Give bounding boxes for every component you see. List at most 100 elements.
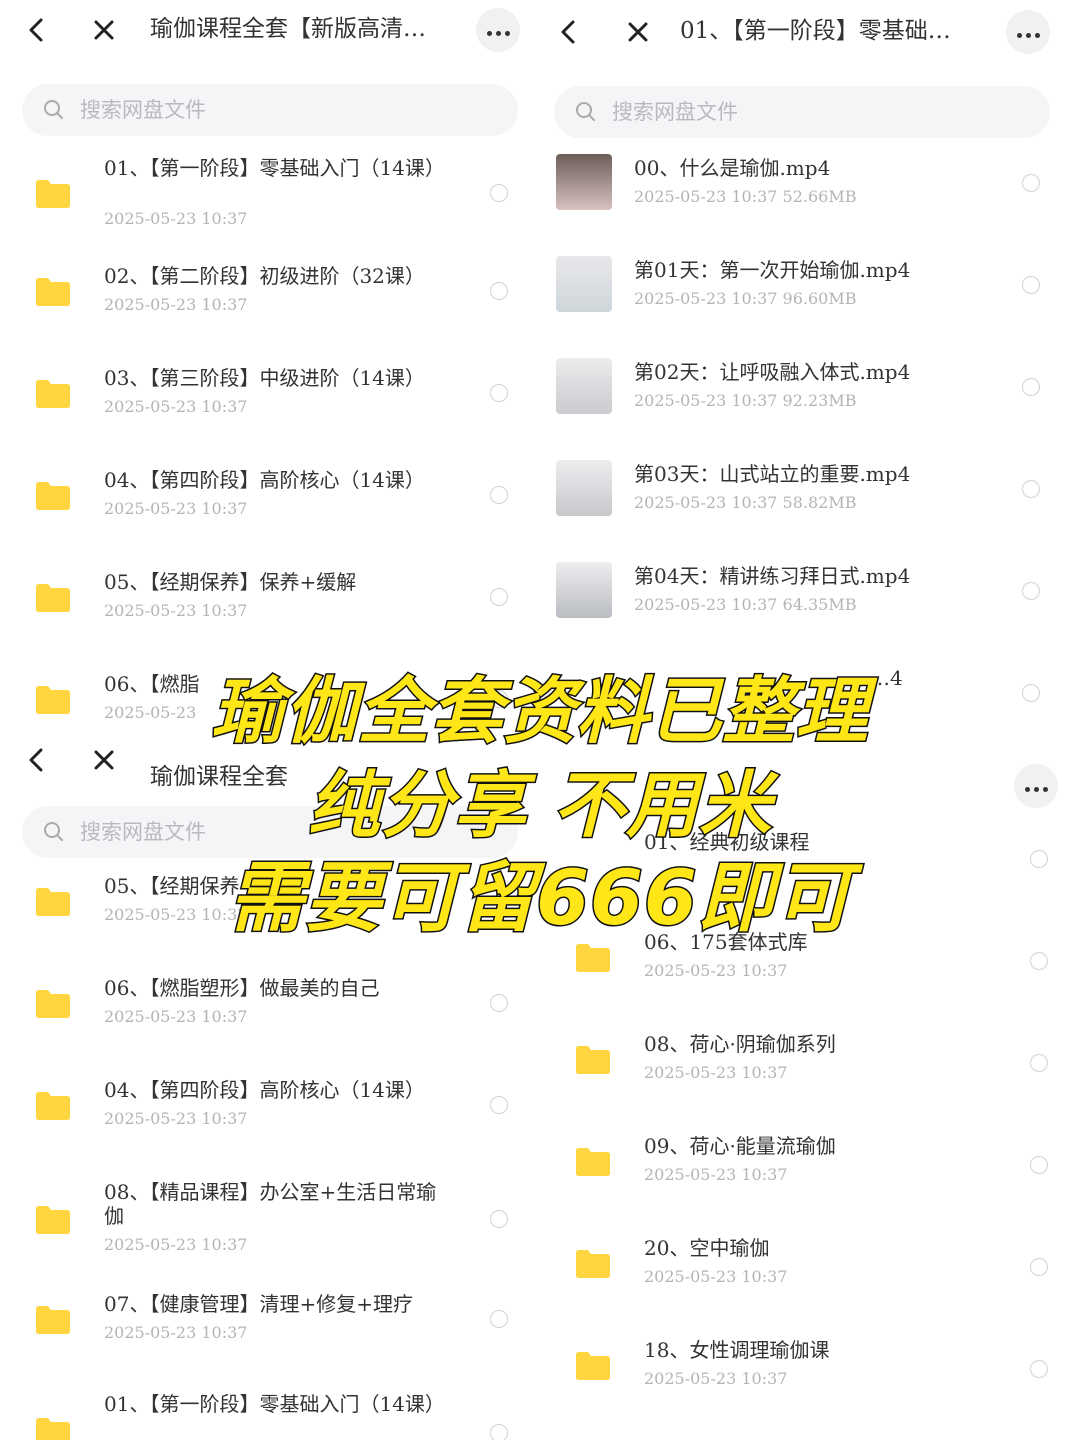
folder-icon (36, 990, 70, 1018)
folder-icon (36, 584, 70, 612)
radio-icon[interactable] (1022, 582, 1040, 600)
list-item[interactable]: 00、什么是瑜伽.mp4 2025-05-23 10:37 52.66MB (530, 154, 1080, 256)
radio-icon[interactable] (1030, 1360, 1048, 1378)
item-name: 08、荷心·阴瑜伽系列 (644, 1032, 836, 1056)
radio-icon[interactable] (490, 588, 508, 606)
list-item[interactable]: 07、【健康管理】清理+修复+理疗 2025-05-23 10:37 (0, 1290, 530, 1392)
item-name: 09、荷心·能量流瑜伽 (644, 1134, 836, 1158)
radio-icon[interactable] (490, 1310, 508, 1328)
list-item[interactable]: 03、【第三阶段】中级进阶（14课） 2025-05-23 10:37 (0, 364, 530, 466)
radio-icon[interactable] (1022, 480, 1040, 498)
list-item[interactable]: 20、空中瑜伽 2025-05-23 10:37 (530, 1234, 1080, 1336)
list-item[interactable]: 第01天：第一次开始瑜伽.mp4 2025-05-23 10:37 96.60M… (530, 256, 1080, 358)
item-meta: 2025-05-23 10:37 (104, 397, 248, 416)
list-item[interactable]: 02、【第二阶段】初级进阶（32课） 2025-05-23 10:37 (0, 262, 530, 364)
overlay-headline-1: 瑜伽全套资料已整理 (210, 668, 869, 755)
item-name: 01、【第一阶段】零基础入门（14课） (104, 1392, 445, 1416)
folder-icon (576, 1046, 610, 1074)
item-name: 00、什么是瑜伽.mp4 (634, 156, 831, 180)
search-icon (44, 100, 63, 119)
list-item[interactable]: 04、【第四阶段】高阶核心（14课） 2025-05-23 10:37 (0, 1076, 530, 1178)
more-button[interactable] (476, 8, 520, 52)
item-name: 08、【精品课程】办公室+生活日常瑜伽 (104, 1180, 437, 1228)
search-placeholder: 搜索网盘文件 (80, 98, 206, 122)
page-title: 瑜伽课程全套【新版高清… (150, 16, 426, 42)
radio-icon[interactable] (490, 486, 508, 504)
video-thumbnail (556, 256, 612, 312)
item-meta: 2025-05-23 10:37 (104, 499, 248, 518)
radio-icon[interactable] (1030, 952, 1048, 970)
list-item[interactable]: 第04天：精讲练习拜日式.mp4 2025-05-23 10:37 64.35M… (530, 562, 1080, 664)
item-meta: 2025-05-23 10:37 (104, 1235, 248, 1254)
overlay-headline-3: 需要可留666即可 (227, 852, 853, 944)
radio-icon[interactable] (1022, 378, 1040, 396)
list-item[interactable]: 04、【第四阶段】高阶核心（14课） 2025-05-23 10:37 (0, 466, 530, 568)
item-name: 第01天：第一次开始瑜伽.mp4 (634, 258, 911, 282)
video-thumbnail (556, 154, 612, 210)
item-meta: 2025-05-23 10:37 92.23MB (634, 391, 857, 410)
radio-icon[interactable] (1022, 276, 1040, 294)
list-item[interactable]: 01、【第一阶段】零基础入门（14课） 2025-05-23 10:37 (0, 150, 530, 252)
folder-icon (36, 1418, 70, 1440)
folder-icon (576, 944, 610, 972)
item-meta: 2025-05-23 10:37 (644, 1267, 788, 1286)
radio-icon[interactable] (490, 384, 508, 402)
list-item[interactable]: 第02天：让呼吸融入体式.mp4 2025-05-23 10:37 92.23M… (530, 358, 1080, 460)
radio-icon[interactable] (1030, 1156, 1048, 1174)
item-meta: 2025-05-23 10:37 (644, 1063, 788, 1082)
radio-icon[interactable] (490, 282, 508, 300)
item-meta: 2025-05-23 10:37 (104, 1007, 248, 1026)
folder-icon (576, 1352, 610, 1380)
radio-icon[interactable] (490, 184, 508, 202)
item-name: 07、【健康管理】清理+修复+理疗 (104, 1292, 413, 1316)
back-arrow-icon[interactable] (22, 14, 52, 46)
radio-icon[interactable] (490, 1424, 508, 1440)
radio-icon[interactable] (490, 1210, 508, 1228)
top-bar: 01、【第一阶段】零基础… (530, 0, 1080, 62)
item-name: 02、【第二阶段】初级进阶（32课） (104, 264, 425, 288)
item-meta: 2025-05-23 10:37 52.66MB (634, 187, 857, 206)
list-item[interactable]: 18、女性调理瑜伽课 2025-05-23 10:37 (530, 1336, 1080, 1438)
folder-icon (36, 1206, 70, 1234)
search-input[interactable]: 搜索网盘文件 (554, 86, 1050, 138)
folder-icon (36, 180, 70, 208)
item-meta: 2025-05-23 10:37 64.35MB (634, 595, 857, 614)
item-meta: 2025-05-23 10:37 (104, 1323, 248, 1342)
search-input[interactable]: 搜索网盘文件 (22, 84, 518, 136)
item-meta: 2025-05-23 10:37 (104, 1109, 248, 1128)
item-name: 01、【第一阶段】零基础入门（14课） (104, 156, 445, 180)
radio-icon[interactable] (490, 1096, 508, 1114)
item-name: 20、空中瑜伽 (644, 1236, 770, 1260)
more-icon (485, 21, 512, 40)
item-name: 03、【第三阶段】中级进阶（14课） (104, 366, 425, 390)
list-item[interactable]: 09、荷心·能量流瑜伽 2025-05-23 10:37 (530, 1132, 1080, 1234)
close-icon[interactable] (622, 16, 654, 48)
folder-icon (36, 1306, 70, 1334)
radio-icon[interactable] (1030, 1054, 1048, 1072)
item-meta: 2025-05-23 10:37 (644, 1165, 788, 1184)
item-meta: 2025-05-23 10:37 (104, 295, 248, 314)
radio-icon[interactable] (1022, 174, 1040, 192)
item-meta: 2025-05-23 10:37 (104, 601, 248, 620)
folder-icon (36, 1092, 70, 1120)
list-item[interactable]: 第03天：山式站立的重要.mp4 2025-05-23 10:37 58.82M… (530, 460, 1080, 562)
radio-icon[interactable] (490, 994, 508, 1012)
close-icon[interactable] (88, 14, 120, 46)
item-name: 04、【第四阶段】高阶核心（14课） (104, 468, 425, 492)
item-name: 第02天：让呼吸融入体式.mp4 (634, 360, 911, 384)
folder-icon (576, 1250, 610, 1278)
list-item[interactable]: 08、荷心·阴瑜伽系列 2025-05-23 10:37 (530, 1030, 1080, 1132)
item-meta: 2025-05-23 10:37 (644, 961, 788, 980)
more-button[interactable] (1006, 10, 1050, 54)
list-item[interactable]: 08、【精品课程】办公室+生活日常瑜伽 2025-05-23 10:37 (0, 1178, 530, 1280)
search-icon (576, 102, 595, 121)
list-item[interactable]: 06、【燃脂塑形】做最美的自己 2025-05-23 10:37 (0, 974, 530, 1076)
video-thumbnail (556, 358, 612, 414)
back-arrow-icon[interactable] (554, 16, 584, 48)
item-name: 18、女性调理瑜伽课 (644, 1338, 830, 1362)
panel-top-right: 01、【第一阶段】零基础… 搜索网盘文件 00、什么是瑜伽.mp4 2025-0… (530, 0, 1080, 720)
radio-icon[interactable] (1030, 1258, 1048, 1276)
list-item[interactable]: 01、【第一阶段】零基础入门（14课） (0, 1392, 530, 1440)
item-meta: 2025-05-23 10:37 (104, 209, 248, 228)
item-name: 第04天：精讲练习拜日式.mp4 (634, 564, 911, 588)
